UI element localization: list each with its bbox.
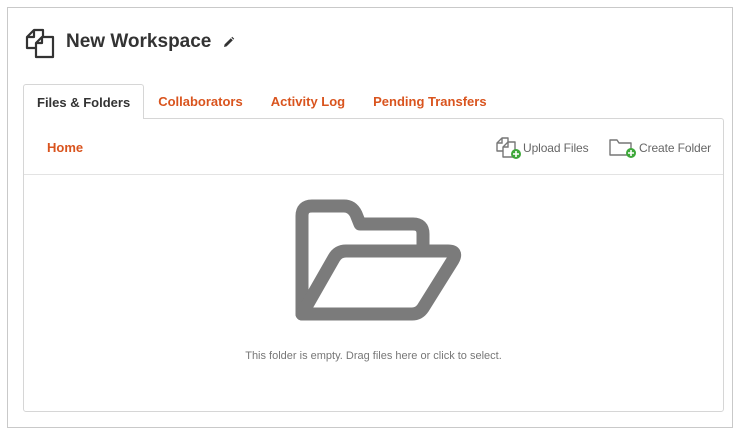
upload-files-label: Upload Files xyxy=(523,141,589,155)
files-toolbar: Home Upload Files Create Folder xyxy=(24,119,723,175)
upload-files-icon xyxy=(494,134,522,163)
upload-files-button[interactable]: Upload Files xyxy=(494,134,589,162)
breadcrumb-home[interactable]: Home xyxy=(47,140,83,155)
tab-pending-transfers[interactable]: Pending Transfers xyxy=(359,84,500,118)
tab-activity-log[interactable]: Activity Log xyxy=(257,84,359,118)
create-folder-icon xyxy=(608,134,638,163)
tab-files-folders[interactable]: Files & Folders xyxy=(23,84,145,119)
create-folder-label: Create Folder xyxy=(639,141,712,155)
tab-collaborators[interactable]: Collaborators xyxy=(144,84,257,118)
open-folder-icon xyxy=(288,196,463,326)
files-panel: Home Upload Files Create Folder This fol… xyxy=(23,118,724,412)
file-dropzone[interactable]: This folder is empty. Drag files here or… xyxy=(24,176,723,412)
workspace-title: New Workspace xyxy=(66,31,212,52)
pencil-icon[interactable] xyxy=(222,36,235,49)
create-folder-button[interactable]: Create Folder xyxy=(608,134,711,162)
empty-folder-message: This folder is empty. Drag files here or… xyxy=(245,350,502,362)
workspace-window: New Workspace Files & Folders Collaborat… xyxy=(7,7,733,428)
documents-icon xyxy=(22,24,58,60)
tab-bar: Files & Folders Collaborators Activity L… xyxy=(23,84,501,119)
workspace-header: New Workspace xyxy=(22,24,235,60)
